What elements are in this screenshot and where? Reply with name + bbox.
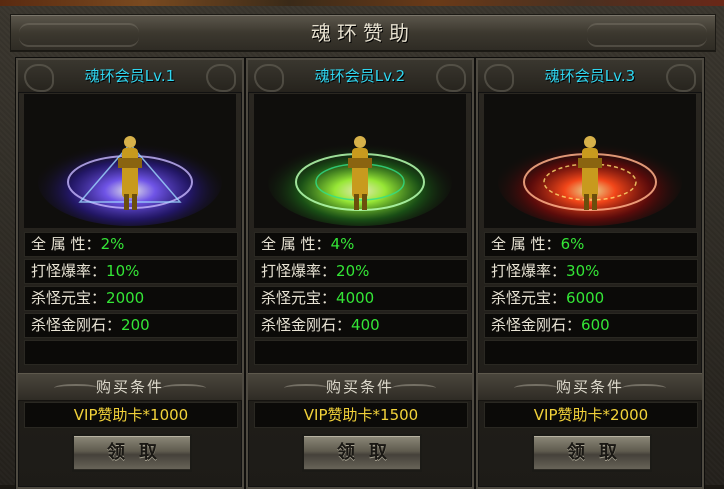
claim-button[interactable]: 领取 [532, 434, 652, 472]
membership-card-lv1: 魂环会员Lv.1 全 属 性：2% 打怪爆率：10% 杀怪元宝：2000 杀怪金… [16, 58, 244, 489]
card-title: 魂环会员Lv.2 [314, 67, 406, 85]
stat-value: 4000 [336, 289, 375, 307]
stat-label: 全 属 性：2% [31, 235, 125, 253]
title-bar: 魂环赞助 [10, 14, 716, 52]
purchase-condition-label: 购买条件 [555, 378, 624, 396]
stat-value: 20% [336, 262, 370, 280]
claim-button[interactable]: 领取 [72, 434, 192, 472]
stat-label: 全 属 性：4% [261, 235, 355, 253]
stat-value: 4% [330, 235, 355, 253]
stat-row-kill-diamonds: 杀怪金刚石：200 [24, 313, 238, 338]
character-ring-art [24, 94, 236, 228]
stat-value: 30% [566, 262, 600, 280]
stat-label: 杀怪元宝：6000 [491, 289, 605, 307]
stat-row-drop-rate: 打怪爆率：10% [24, 259, 238, 284]
claim-button[interactable]: 领取 [302, 434, 422, 472]
stat-value: 200 [121, 316, 150, 334]
purchase-condition-header: 购买条件 [248, 373, 472, 401]
window-title: 魂环赞助 [311, 21, 415, 45]
stat-value: 6000 [566, 289, 605, 307]
stat-value: 10% [106, 262, 140, 280]
card-header: 魂环会员Lv.1 [18, 60, 242, 93]
stat-value: 2% [100, 235, 125, 253]
stat-row-drop-rate: 打怪爆率：30% [484, 259, 698, 284]
stat-row-all-attributes: 全 属 性：2% [24, 232, 238, 257]
stat-label: 杀怪元宝：2000 [31, 289, 145, 307]
card-title: 魂环会员Lv.3 [544, 67, 636, 85]
stat-row-kill-diamonds: 杀怪金刚石：400 [254, 313, 468, 338]
stat-label: 全 属 性：6% [491, 235, 585, 253]
stat-value: 2000 [106, 289, 145, 307]
purchase-condition-header: 购买条件 [18, 373, 242, 401]
purchase-condition-label: 购买条件 [95, 378, 164, 396]
stat-row-empty [484, 340, 698, 365]
stat-label: 打怪爆率：30% [491, 262, 600, 280]
purchase-condition-label: 购买条件 [325, 378, 394, 396]
stat-label: 杀怪金刚石：600 [491, 316, 610, 334]
stat-value: 600 [581, 316, 610, 334]
membership-card-lv2: 魂环会员Lv.2 全 属 性：4% 打怪爆率：20% 杀怪元宝：4000 杀怪金… [246, 58, 474, 489]
character-ring-art [254, 94, 466, 228]
card-title: 魂环会员Lv.1 [84, 67, 176, 85]
card-header: 魂环会员Lv.3 [478, 60, 702, 93]
stat-row-kill-ingots: 杀怪元宝：2000 [24, 286, 238, 311]
stat-row-kill-ingots: 杀怪元宝：4000 [254, 286, 468, 311]
stat-value: 400 [351, 316, 380, 334]
purchase-condition-header: 购买条件 [478, 373, 702, 401]
sponsor-window: 魂环赞助 魂环会员Lv.1 全 属 性：2% 打怪爆率：10% 杀怪元宝：200… [0, 0, 724, 489]
stat-row-all-attributes: 全 属 性：4% [254, 232, 468, 257]
character-ring-art [484, 94, 696, 228]
stat-row-empty [254, 340, 468, 365]
membership-card-lv3: 魂环会员Lv.3 全 属 性：6% 打怪爆率：30% 杀怪元宝：6000 杀怪金… [476, 58, 704, 489]
stat-label: 打怪爆率：20% [261, 262, 370, 280]
stat-row-empty [24, 340, 238, 365]
stat-value: 6% [560, 235, 585, 253]
stat-label: 杀怪金刚石：200 [31, 316, 150, 334]
top-decoration-strip [0, 0, 724, 6]
stat-row-drop-rate: 打怪爆率：20% [254, 259, 468, 284]
stat-label: 杀怪金刚石：400 [261, 316, 380, 334]
stat-row-kill-diamonds: 杀怪金刚石：600 [484, 313, 698, 338]
stat-label: 杀怪元宝：4000 [261, 289, 375, 307]
vip-card-cost: VIP赞助卡*2000 [484, 402, 698, 428]
vip-card-cost: VIP赞助卡*1500 [254, 402, 468, 428]
vip-card-cost: VIP赞助卡*1000 [24, 402, 238, 428]
stat-row-kill-ingots: 杀怪元宝：6000 [484, 286, 698, 311]
card-header: 魂环会员Lv.2 [248, 60, 472, 93]
stat-label: 打怪爆率：10% [31, 262, 140, 280]
stat-row-all-attributes: 全 属 性：6% [484, 232, 698, 257]
